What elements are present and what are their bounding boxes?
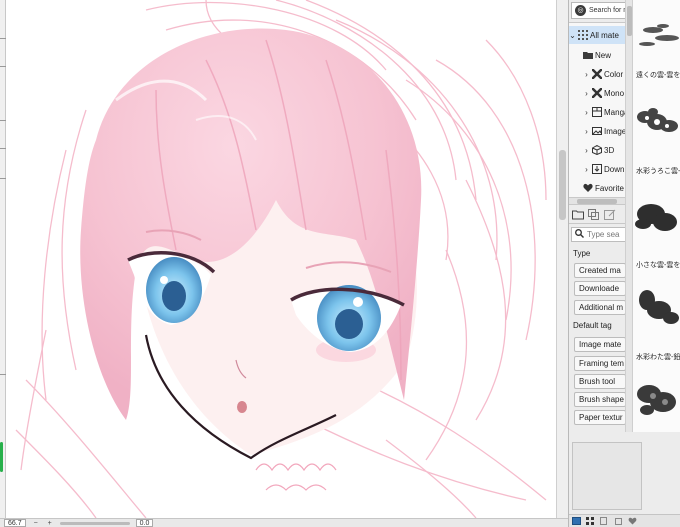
- scrollbar-thumb[interactable]: [627, 6, 632, 36]
- tag-heading-type: Type: [573, 249, 591, 258]
- manga-icon: [592, 107, 602, 117]
- x-pattern-icon: [591, 68, 603, 80]
- tree-item-label: Color: [604, 69, 624, 79]
- delete-icon[interactable]: [614, 517, 623, 525]
- tree-item-image[interactable]: › Image: [583, 122, 626, 140]
- tag-additional[interactable]: Additional m: [574, 300, 626, 315]
- folder-icon: [583, 50, 593, 60]
- chevron-down-icon[interactable]: ⌄: [569, 31, 576, 40]
- scrollbar-thumb[interactable]: [559, 150, 566, 220]
- tag-paper-texture[interactable]: Paper textur: [574, 410, 626, 425]
- tree-item-label: Favorite: [595, 183, 624, 193]
- mouth: [237, 401, 247, 413]
- tag-framing-template[interactable]: Framing tem: [574, 356, 626, 371]
- tree-item-mono[interactable]: › Mono: [583, 84, 624, 102]
- material-label: 水彩うろこ雲-鉛: [636, 168, 680, 175]
- material-label: 小さな雲-雲を描: [636, 262, 680, 269]
- tag-brush-tool[interactable]: Brush tool: [574, 374, 626, 389]
- tree-item-3d[interactable]: › 3D: [583, 141, 614, 159]
- download-icon: [592, 164, 602, 174]
- panel-bottom-toolbar: [569, 514, 680, 527]
- chevron-right-icon[interactable]: ›: [583, 127, 590, 136]
- material-item[interactable]: [633, 272, 680, 358]
- cloud-brush-thumbnail: [635, 204, 677, 231]
- tree-item-label: Mono: [604, 88, 625, 98]
- tree-item-label: Image: [604, 126, 627, 136]
- tree-item-color[interactable]: › Color: [583, 65, 623, 83]
- tree-item-label: New: [595, 50, 612, 60]
- scrollbar-thumb[interactable]: [577, 199, 617, 204]
- material-label: 遠くの雲-雲を描: [636, 72, 680, 79]
- drawing-canvas[interactable]: [6, 0, 556, 518]
- x-pattern-icon: [591, 87, 603, 99]
- material-item[interactable]: [633, 82, 680, 168]
- cloud-brush-thumbnail: [639, 24, 679, 46]
- cloud-brush-thumbnail: [639, 290, 679, 324]
- material-preview: [572, 442, 642, 510]
- copy-icon[interactable]: [588, 209, 600, 220]
- tree-item-favorite[interactable]: Favorite: [583, 179, 624, 197]
- material-list-scrollbar[interactable]: [625, 0, 632, 432]
- cloud-brush-thumbnail: [637, 385, 676, 415]
- tree-item-label: 3D: [604, 145, 615, 155]
- zoom-slider[interactable]: [59, 521, 130, 525]
- grid-icon: [578, 30, 588, 40]
- cube-icon: [592, 144, 602, 156]
- material-label: 水彩わた雲-鉛: [636, 354, 680, 361]
- tree-item-label: All mate: [590, 30, 619, 40]
- tag-search-placeholder: Type sea: [587, 230, 620, 239]
- edit-icon[interactable]: [604, 209, 616, 220]
- tag-heading-default: Default tag: [573, 321, 612, 330]
- status-bar: 66.7 − + 0.0: [0, 518, 568, 527]
- chevron-right-icon[interactable]: ›: [583, 89, 590, 98]
- artwork: [15, 0, 547, 518]
- tag-created-materials[interactable]: Created ma: [574, 263, 626, 278]
- material-item[interactable]: [633, 178, 680, 264]
- heart-icon: [583, 183, 593, 193]
- tree-item-label: Down: [604, 164, 625, 174]
- tag-downloaded[interactable]: Downloade: [574, 281, 626, 296]
- tag-brush-shape[interactable]: Brush shape: [574, 392, 626, 407]
- cloud-brush-thumbnail: [637, 108, 678, 132]
- material-item[interactable]: [633, 364, 680, 432]
- zoom-out-button[interactable]: −: [32, 520, 40, 527]
- material-list: 遠くの雲-雲を描 水彩うろこ雲-鉛 小さな雲-雲を描 水彩わた雲-鉛: [632, 0, 680, 432]
- zoom-field[interactable]: 66.7: [4, 519, 26, 527]
- paste-icon[interactable]: [600, 517, 609, 525]
- image-icon: [592, 126, 602, 136]
- chevron-right-icon[interactable]: ›: [583, 70, 590, 79]
- rotation-field[interactable]: 0.0: [135, 519, 154, 527]
- zoom-in-button[interactable]: +: [46, 520, 54, 527]
- search-materials-bar[interactable]: ◎ Search for m: [571, 2, 633, 19]
- tree-item-manga[interactable]: › Manga: [583, 103, 628, 121]
- clip-studio-logo-icon: ◎: [575, 5, 586, 16]
- chevron-right-icon[interactable]: ›: [583, 146, 590, 155]
- tag-search-input[interactable]: Type sea: [571, 227, 633, 242]
- favorite-icon[interactable]: [628, 517, 637, 525]
- search-icon: [575, 229, 584, 240]
- chevron-right-icon[interactable]: ›: [583, 108, 590, 117]
- search-label: Search for m: [589, 7, 630, 14]
- tag-image-material[interactable]: Image mate: [574, 337, 626, 352]
- status-indicator: [0, 442, 3, 472]
- tree-item-new[interactable]: New: [583, 46, 611, 64]
- view-large-icon[interactable]: [572, 517, 581, 525]
- tree-item-download[interactable]: › Down: [583, 160, 624, 178]
- view-grid-icon[interactable]: [586, 517, 595, 525]
- folder-add-icon[interactable]: [572, 209, 584, 220]
- canvas-vertical-scrollbar[interactable]: [556, 0, 568, 518]
- chevron-right-icon[interactable]: ›: [583, 165, 590, 174]
- collar-sketch: [255, 463, 337, 491]
